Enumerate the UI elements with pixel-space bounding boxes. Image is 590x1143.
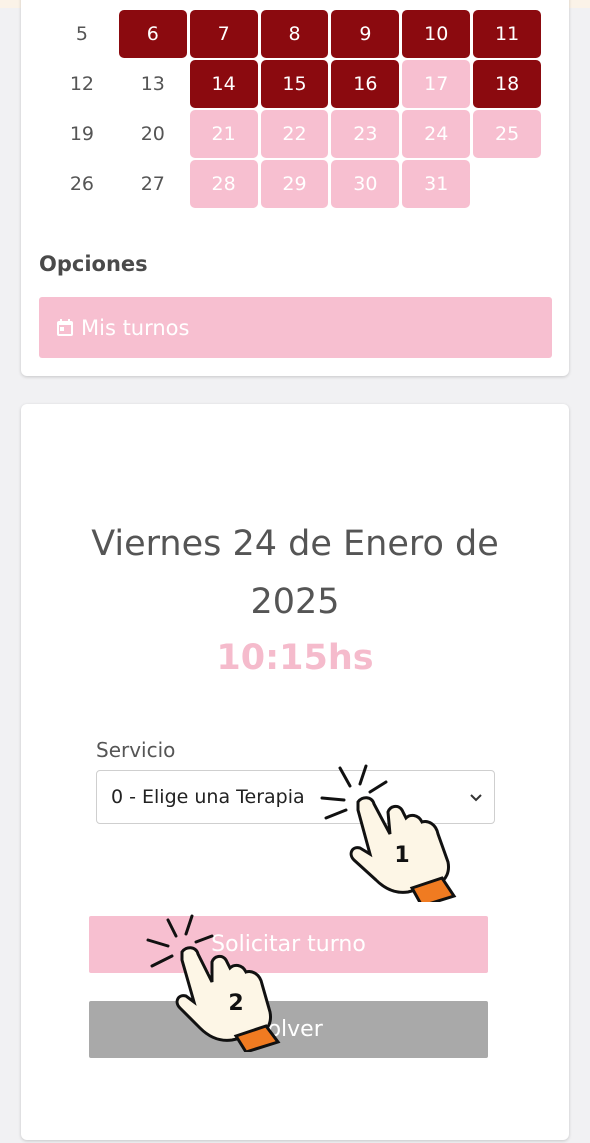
calendar-day-avail[interactable]: 23: [331, 110, 400, 158]
calendar-day-avail[interactable]: 29: [260, 160, 329, 208]
calendar-day-booked: 8: [260, 10, 329, 58]
calendar-week-row: 26 27 28 29 30 31: [48, 160, 544, 208]
date-line-1: Viernes 24 de Enero de: [91, 524, 499, 564]
calendar-day-avail[interactable]: 24: [402, 110, 471, 158]
calendar-day-avail[interactable]: 25: [473, 110, 542, 158]
date-line-2: 2025: [250, 582, 340, 622]
calendar-day-booked: 6: [118, 10, 187, 58]
calendar-day-plain: 19: [69, 123, 95, 145]
tap-hand-icon: 2: [146, 914, 281, 1052]
calendar-day-plain: 5: [75, 23, 88, 45]
servicio-label: Servicio: [96, 738, 176, 762]
calendar-day-avail[interactable]: 31: [402, 160, 471, 208]
calendar-day-booked: 7: [189, 10, 258, 58]
chevron-down-icon: [470, 794, 482, 802]
calendar-day-booked: 14: [189, 60, 258, 108]
calendar-day-booked: 10: [402, 10, 471, 58]
calendar-grid: 5 6 7 8 9 10 11 12 13 14 15 16 17 18 19 20 21 22 23 24 25 26 2…: [48, 10, 544, 210]
calendar-day-avail[interactable]: 30: [331, 160, 400, 208]
calendar-day-plain: 12: [69, 73, 95, 95]
mis-turnos-label: Mis turnos: [81, 315, 190, 340]
calendar-icon: [57, 318, 73, 336]
selected-time: 10:15hs: [216, 638, 374, 678]
calendar-day-booked: 11: [473, 10, 542, 58]
calendar-day-plain: 27: [140, 173, 165, 195]
calendar-day-plain: 20: [140, 123, 165, 145]
mis-turnos-button[interactable]: Mis turnos: [39, 297, 552, 358]
calendar-day-booked: 18: [473, 60, 542, 108]
calendar-day-plain: 13: [140, 73, 165, 95]
calendar-week-row: 12 13 14 15 16 17 18: [48, 60, 544, 108]
calendar-day-avail[interactable]: 17: [402, 60, 471, 108]
hand-2-number: 2: [228, 991, 243, 1016]
calendar-day-avail[interactable]: 22: [260, 110, 329, 158]
tap-hand-icon: 1: [320, 764, 457, 902]
calendar-week-row: 5 6 7 8 9 10 11: [48, 10, 544, 58]
servicio-selected-value: 0 - Elige una Terapia: [111, 786, 305, 808]
hand-1-number: 1: [394, 843, 409, 868]
calendar-day-booked: 9: [331, 10, 400, 58]
calendar-day-booked: 16: [331, 60, 400, 108]
calendar-day-booked: 15: [260, 60, 329, 108]
calendar-day-avail[interactable]: 21: [189, 110, 258, 158]
calendar-empty-cell: [473, 160, 541, 208]
calendar-week-row: 19 20 21 22 23 24 25: [48, 110, 544, 158]
calendar-day-avail[interactable]: 28: [189, 160, 258, 208]
options-title: Opciones: [39, 252, 148, 276]
calendar-day-plain: 26: [69, 173, 95, 195]
selected-date: Viernes 24 de Enero de 2025: [21, 515, 569, 631]
